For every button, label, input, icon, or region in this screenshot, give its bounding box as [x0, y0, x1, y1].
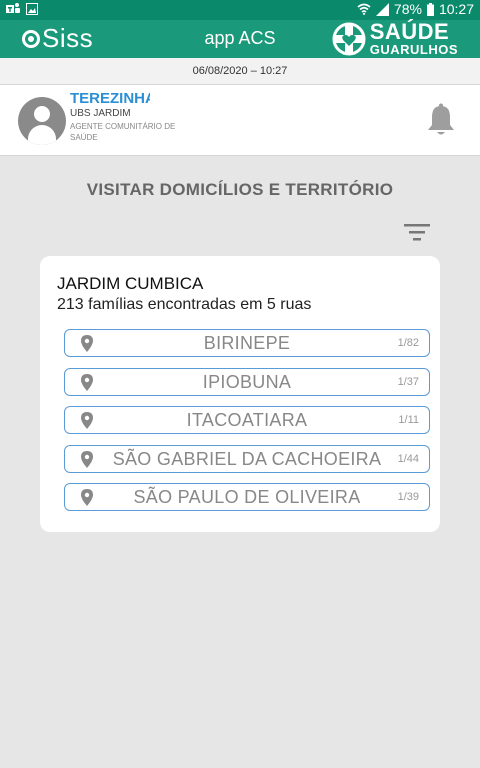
street-count: 1/37	[397, 375, 419, 388]
clock: 10:27	[438, 1, 474, 17]
street-name: SÃO GABRIEL DA CACHOEIRA	[112, 448, 382, 469]
street-item[interactable]: SÃO GABRIEL DA CACHOEIRA 1/44	[64, 444, 430, 473]
profile-header: TEREZINHA UBS JARDIM AGENTE COMUNITÁRIO …	[0, 85, 480, 156]
filter-icon[interactable]	[404, 222, 430, 242]
date-line: 06/08/2020 – 10:27	[0, 58, 480, 85]
street-count: 1/39	[397, 491, 419, 503]
brand-sub: GUARULHOS	[369, 42, 458, 57]
street-count: 1/11	[398, 414, 419, 426]
street-count: 1/82	[397, 337, 419, 349]
street-item[interactable]: SÃO PAULO DE OLIVEIRA 1/39	[64, 483, 430, 511]
street-item[interactable]: ITACOATIARA 1/11	[64, 406, 430, 434]
location-pin-icon	[81, 412, 93, 429]
location-pin-icon	[81, 489, 93, 506]
profile-unit: UBS JARDIM	[70, 108, 131, 119]
street-list: BIRINEPE 1/82 IPIOBUNA 1/37 ITACOATIARA …	[64, 329, 430, 522]
saude-emblem-icon	[332, 22, 366, 55]
image-icon	[26, 2, 38, 15]
teams-icon	[6, 3, 20, 13]
location-pin-icon	[81, 450, 93, 468]
families-summary: 213 famílias encontradas em 5 ruas	[57, 296, 312, 313]
brand-main: SAÚDE	[369, 19, 450, 44]
battery-icon	[426, 2, 434, 16]
street-name: SÃO PAULO DE OLIVEIRA	[133, 487, 361, 507]
street-name: ITACOATIARA	[186, 410, 308, 430]
street-name: BIRINEPE	[203, 333, 291, 353]
section-title: VISITAR DOMICÍLIOS E TERRITÓRIO	[86, 180, 394, 199]
bell-icon[interactable]	[426, 103, 456, 137]
status-bar: 78% 10:27	[0, 0, 480, 20]
app-bar: Siss app ACS SAÚDE GUARULHOS	[0, 20, 480, 58]
street-item[interactable]: BIRINEPE 1/82	[64, 329, 430, 357]
profile-role: AGENTE COMUNITÁRIO DE SAÚDE	[70, 122, 176, 142]
signal-icon	[375, 2, 389, 16]
street-item[interactable]: IPIOBUNA 1/37	[64, 367, 430, 396]
avatar	[18, 97, 66, 145]
location-pin-icon	[81, 335, 93, 352]
location-pin-icon	[81, 373, 93, 391]
saude-guarulhos-logo: SAÚDE GUARULHOS	[332, 21, 458, 56]
profile-name: TEREZINHA	[70, 90, 156, 107]
neighborhood-card: JARDIM CUMBICA 213 famílias encontradas …	[40, 256, 440, 532]
wifi-icon	[357, 3, 371, 15]
neighborhood-title: JARDIM CUMBICA	[57, 274, 204, 293]
redaction-mask	[150, 88, 330, 110]
street-name: IPIOBUNA	[202, 371, 292, 392]
street-count: 1/44	[397, 452, 419, 465]
battery-percent: 78%	[393, 1, 422, 17]
